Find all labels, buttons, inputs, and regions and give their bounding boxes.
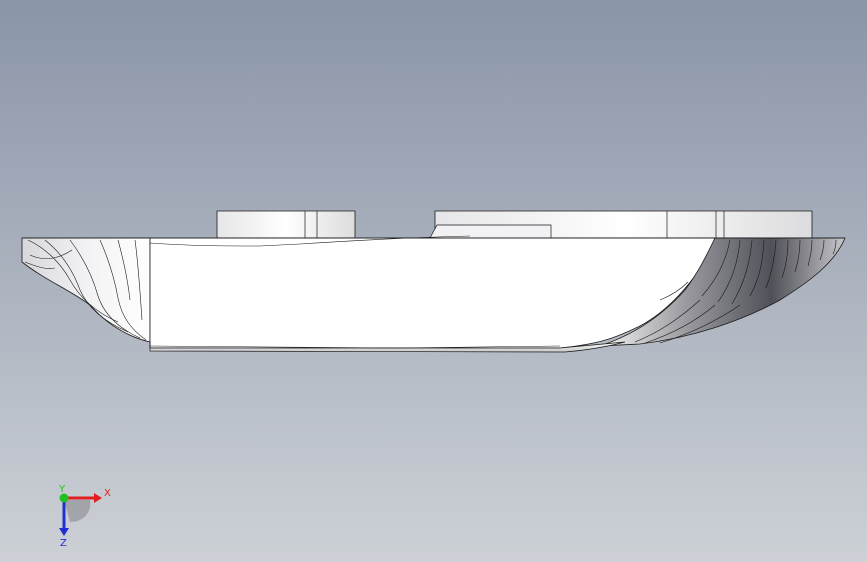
y-axis-label: Y	[58, 484, 66, 495]
orientation-triad[interactable]: X Z Y	[40, 478, 120, 548]
z-axis-label: Z	[60, 538, 67, 548]
y-axis-arrow: Y	[58, 484, 69, 503]
triad-shadow	[64, 500, 91, 522]
boss-left[interactable]	[216, 210, 356, 239]
x-axis-label: X	[104, 488, 111, 499]
graphics-viewport[interactable]: X Z Y	[0, 0, 867, 562]
part-body[interactable]	[21, 237, 846, 353]
front-face[interactable]	[149, 237, 716, 349]
model-view[interactable]	[0, 0, 867, 562]
top-bosses	[216, 210, 813, 239]
